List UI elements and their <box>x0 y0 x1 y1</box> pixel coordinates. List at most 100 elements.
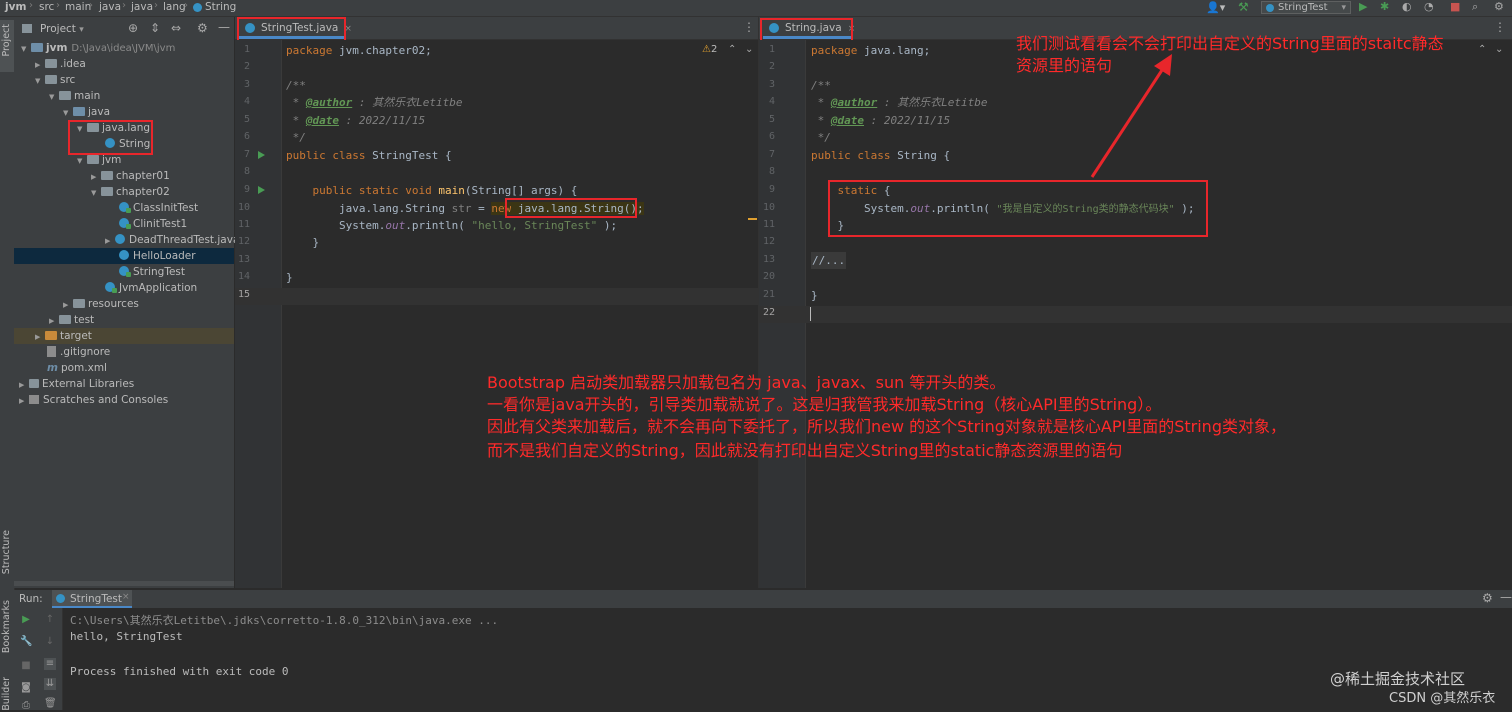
run-gutter-icon[interactable] <box>258 151 265 159</box>
tree-item-chapter02[interactable]: ▼ chapter02 <box>91 184 170 200</box>
breadcrumb-java[interactable]: java <box>99 1 121 13</box>
code-token: System. <box>286 219 386 232</box>
soft-wrap-icon[interactable]: ≡ <box>44 658 56 670</box>
code-token: @date <box>305 114 339 127</box>
gear-icon[interactable]: ⚙ <box>197 21 208 35</box>
tree-item-resources[interactable]: ▶ resources <box>63 296 139 312</box>
code-line-13-folded[interactable]: //... <box>811 252 847 269</box>
watermark-csdn: CSDN @其然乐衣 <box>1389 691 1496 706</box>
line-number: 8 <box>768 166 775 177</box>
tree-item-target[interactable]: ▶ target <box>35 328 92 344</box>
tree-item-label: pom.xml <box>60 362 107 374</box>
run-configuration-select[interactable]: StringTest ▾ <box>1261 1 1351 14</box>
breadcrumb-lang[interactable]: lang <box>163 1 186 13</box>
breadcrumb-java-2[interactable]: java <box>131 1 153 13</box>
tree-item-label: test <box>74 314 95 326</box>
tree-item-stringtest[interactable]: StringTest <box>119 264 185 280</box>
code-token: java.lang.String <box>286 202 452 215</box>
expand-all-icon[interactable]: ⇕ <box>150 21 160 35</box>
breadcrumb-string[interactable]: String <box>193 1 236 13</box>
tree-item-jvmapplication[interactable]: JvmApplication <box>105 280 197 296</box>
tree-item-test[interactable]: ▶ test <box>49 312 94 328</box>
more-tabs-icon[interactable]: ⋮ <box>743 20 755 34</box>
tree-item-pom[interactable]: m pom.xml <box>47 360 107 376</box>
trash-icon[interactable]: 🗑 <box>44 698 57 710</box>
run-icon[interactable]: ▶ <box>1359 0 1367 13</box>
user-icon[interactable]: 👤▾ <box>1206 1 1225 14</box>
debug-icon[interactable]: ✱ <box>1380 0 1389 13</box>
tree-item-gitignore[interactable]: .gitignore <box>47 344 110 360</box>
run-tab-stringtest[interactable]: StringTest × <box>52 590 132 608</box>
profile-icon[interactable]: ◔ <box>1424 0 1434 13</box>
coverage-icon[interactable]: ◐ <box>1402 0 1412 13</box>
more-tabs-icon[interactable]: ⋮ <box>1494 20 1506 34</box>
gear-icon[interactable]: ⚙ <box>1482 591 1493 605</box>
tree-item-external-libraries[interactable]: ▶ External Libraries <box>19 376 134 392</box>
tree-item-chapter01[interactable]: ▶ chapter01 <box>91 168 170 184</box>
hide-panel-icon[interactable]: — <box>218 20 230 34</box>
previous-highlight-icon[interactable]: ⌃ <box>728 44 736 55</box>
print-icon[interactable]: ⎙ <box>20 700 32 712</box>
breadcrumb-jvm[interactable]: jvm <box>5 1 26 13</box>
next-highlight-icon[interactable]: ⌄ <box>1495 44 1503 55</box>
class-icon <box>193 2 202 12</box>
rerun-icon[interactable]: ▶ <box>20 614 32 626</box>
tree-item-helloloader[interactable]: HelloLoader <box>119 248 196 264</box>
close-icon[interactable]: × <box>122 592 130 602</box>
line-number: 4 <box>768 96 775 107</box>
annotation-arrow-shaft <box>1090 63 1168 178</box>
code-token: package <box>811 44 858 57</box>
line-number: 9 <box>243 184 250 195</box>
line-number: 10 <box>762 202 775 213</box>
builder-tool-label[interactable]: Builder <box>1 677 12 711</box>
inspection-warnings[interactable]: ⚠2 <box>702 44 717 55</box>
code-token: * <box>811 96 831 109</box>
resources-folder-icon <box>73 298 85 308</box>
tree-item-classinittest[interactable]: ClassInitTest <box>119 200 198 216</box>
code-token: * <box>286 96 306 109</box>
tree-item-label: resources <box>88 298 139 310</box>
locate-icon[interactable]: ⊕ <box>128 21 138 35</box>
tree-item-java[interactable]: ▼ java <box>63 104 110 120</box>
tree-item-jvm[interactable]: ▼ jvm D:\Java\idea\JVM\jvm <box>21 40 175 56</box>
class-icon <box>119 266 131 277</box>
wrench-icon[interactable]: 🔧 <box>20 636 32 648</box>
tree-item-idea[interactable]: ▶ .idea <box>35 56 86 72</box>
previous-highlight-icon[interactable]: ⌃ <box>1478 44 1486 55</box>
settings-icon[interactable]: ⚙ <box>1494 0 1504 13</box>
breadcrumb-main[interactable]: main <box>65 1 91 13</box>
tree-item-label: JvmApplication <box>119 282 198 294</box>
run-tab-label: StringTest <box>70 593 123 605</box>
tree-item-src[interactable]: ▼ src <box>35 72 75 88</box>
project-view-select[interactable]: Project ▾ <box>40 23 84 35</box>
code-token: @date <box>830 114 864 127</box>
tree-item-label: StringTest <box>133 266 186 278</box>
tree-item-deadthreadtest[interactable]: ▶ DeadThreadTest.java <box>105 232 239 248</box>
annotation-center-line-4: 而不是我们自定义的String，因此就没有打印出自定义String里的stati… <box>487 441 1123 460</box>
bookmarks-tool-label[interactable]: Bookmarks <box>1 600 12 653</box>
tree-item-label: jvm <box>46 42 68 54</box>
structure-tool-label[interactable]: Structure <box>1 530 12 574</box>
code-line-5: * @date : 2022/11/15 <box>286 112 425 129</box>
arrow-down-icon[interactable]: ↓ <box>44 636 56 648</box>
stop-icon[interactable]: ■ <box>1450 0 1460 13</box>
hide-panel-icon[interactable]: — <box>1500 590 1512 604</box>
camera-icon[interactable]: ◙ <box>20 682 32 694</box>
horizontal-scrollbar[interactable] <box>14 581 234 586</box>
scroll-to-end-icon[interactable]: ⇊ <box>44 678 56 690</box>
project-tool-button[interactable]: Project <box>0 20 14 72</box>
run-gutter-icon[interactable] <box>258 186 265 194</box>
tree-item-clinittest1[interactable]: ClinitTest1 <box>119 216 187 232</box>
tree-item-scratches[interactable]: ▶ Scratches and Consoles <box>19 392 168 408</box>
arrow-up-icon[interactable]: ↑ <box>44 614 56 626</box>
line-number: 6 <box>768 131 775 142</box>
stop-icon[interactable]: ■ <box>20 660 32 672</box>
package-icon <box>101 186 113 196</box>
chevron-right-icon: ▶ <box>105 237 111 245</box>
search-everywhere-icon[interactable]: ⌕ <box>1472 0 1478 14</box>
collapse-all-icon[interactable]: ⇔ <box>171 21 181 35</box>
line-number: 10 <box>237 202 250 213</box>
build-hammer-icon[interactable]: ⚒ <box>1238 0 1249 14</box>
breadcrumb-src[interactable]: src <box>39 1 54 13</box>
tree-item-main[interactable]: ▼ main <box>49 88 100 104</box>
